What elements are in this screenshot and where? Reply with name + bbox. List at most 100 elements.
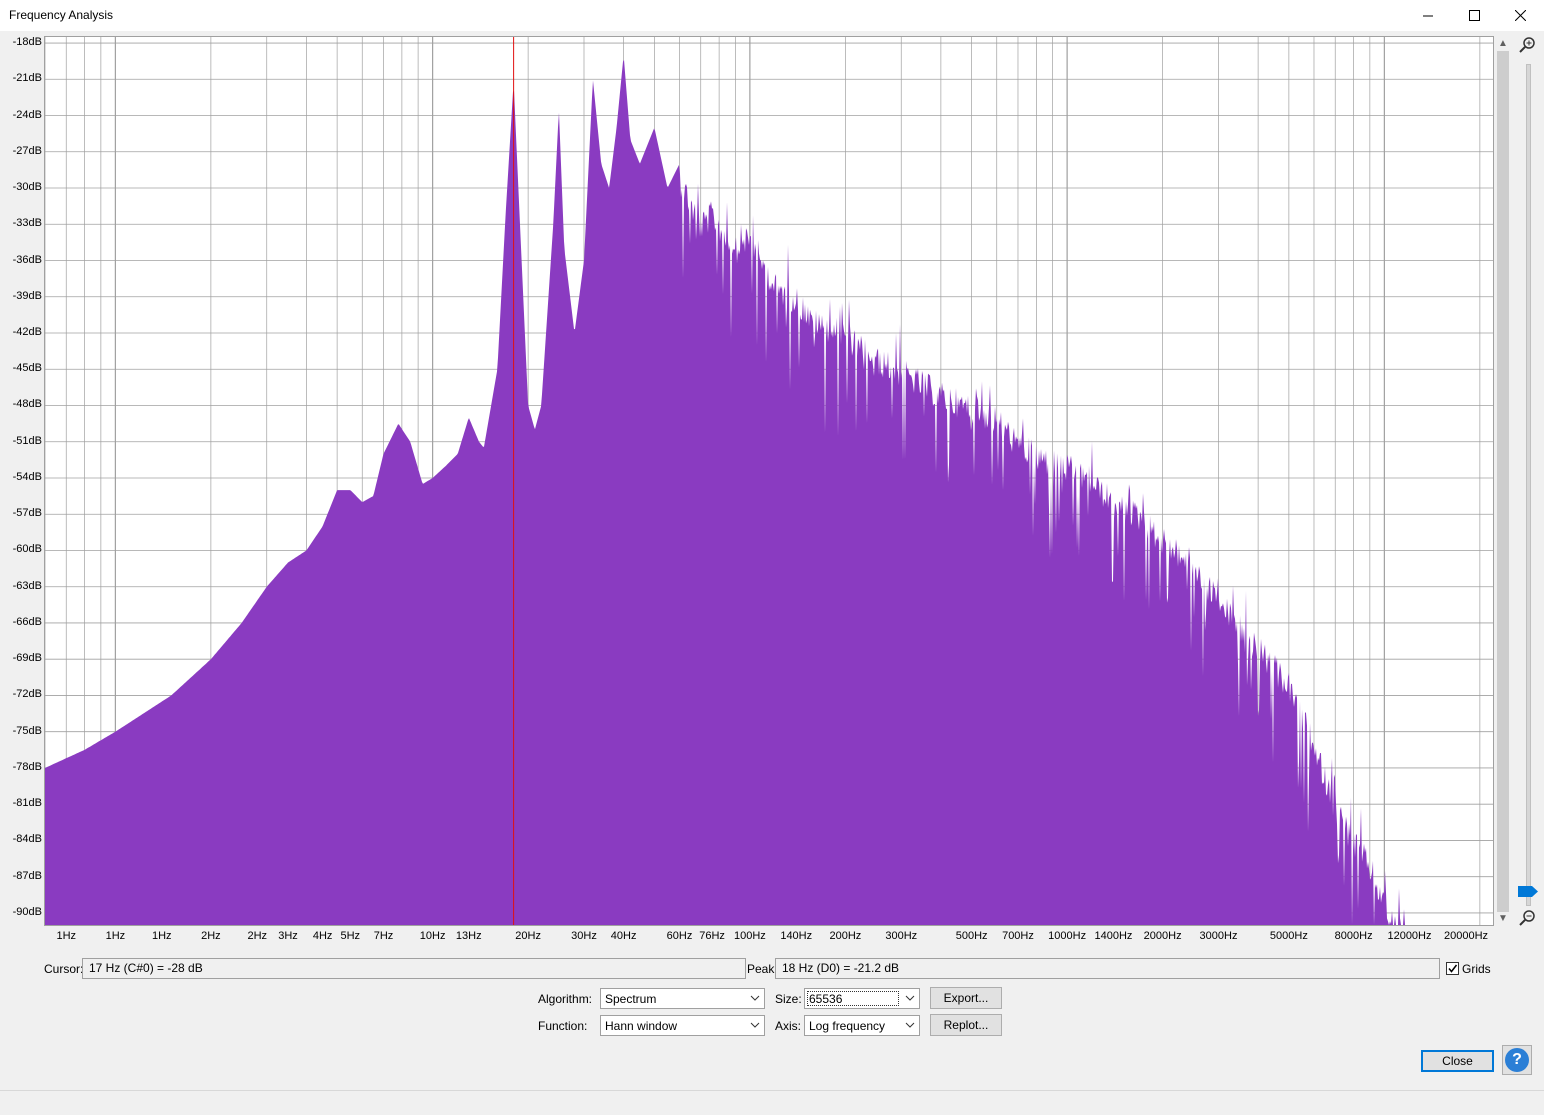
y-tick-label: -51dB — [12, 434, 42, 447]
scrollbar-thumb[interactable] — [1497, 51, 1509, 912]
x-tick-label: 1Hz — [56, 930, 77, 942]
x-tick-label: 1Hz — [105, 930, 126, 942]
x-tick-label: 1400Hz — [1094, 930, 1133, 942]
help-icon[interactable]: ? — [1505, 1048, 1529, 1072]
spectrum-plot[interactable] — [45, 37, 1493, 925]
vertical-scrollbar[interactable]: ▲ ▼ — [1496, 36, 1510, 927]
checkmark-icon — [1448, 964, 1458, 973]
x-tick-label: 7Hz — [373, 930, 394, 942]
close-icon — [1514, 10, 1526, 21]
function-select[interactable]: Hann window — [600, 1015, 765, 1036]
axis-label: Axis: — [775, 1019, 802, 1033]
axis-value: Log frequency — [809, 1019, 886, 1033]
zoom-slider[interactable] — [1526, 64, 1531, 906]
y-tick-label: -81dB — [12, 797, 42, 810]
chevron-down-icon — [905, 995, 915, 1001]
x-tick-label: 30Hz — [571, 930, 597, 942]
x-tick-label: 40Hz — [610, 930, 637, 942]
spectrum-area — [45, 59, 1408, 925]
grids-checkbox[interactable] — [1446, 962, 1459, 975]
grids-label: Grids — [1462, 962, 1491, 976]
x-tick-label: 700Hz — [1002, 930, 1034, 942]
x-tick-label: 12000Hz — [1387, 930, 1432, 942]
close-button[interactable]: Close — [1421, 1050, 1494, 1072]
y-axis-labels: -18dB -21dB -24dB -27dB -30dB -33dB -36dB -39dB… — [0, 0, 42, 940]
maximize-icon — [1468, 10, 1480, 21]
cursor-label: Cursor: — [44, 962, 84, 976]
y-tick-label: -75dB — [12, 724, 42, 737]
minimize-button[interactable] — [1405, 0, 1451, 31]
y-tick-label: -42dB — [12, 326, 42, 338]
size-select[interactable]: 65536 — [804, 988, 920, 1009]
cursor-readout: 17 Hz (C#0) = -28 dB — [82, 958, 746, 979]
x-tick-label: 500Hz — [955, 930, 988, 942]
x-tick-label: 1000Hz — [1048, 930, 1087, 942]
y-tick-label: -48dB — [12, 398, 42, 411]
y-tick-label: -24dB — [12, 108, 42, 121]
x-tick-label: 76Hz — [699, 930, 725, 942]
x-tick-label: 2Hz — [247, 930, 268, 942]
x-tick-label: 2000Hz — [1143, 930, 1182, 942]
export-button[interactable]: Export... — [930, 987, 1002, 1009]
x-tick-label: 1Hz — [151, 930, 172, 942]
title-bar: Frequency Analysis — [0, 0, 1544, 31]
y-tick-label: -27dB — [12, 144, 42, 157]
zoom-out-icon[interactable] — [1519, 909, 1537, 927]
x-tick-label: 2Hz — [201, 930, 221, 942]
y-tick-label: -39dB — [12, 289, 42, 302]
size-value: 65536 — [809, 992, 843, 1006]
x-tick-label: 3000Hz — [1199, 930, 1238, 942]
x-tick-label: 20000Hz — [1443, 930, 1489, 942]
y-tick-label: -33dB — [12, 217, 42, 230]
function-label: Function: — [538, 1019, 588, 1033]
y-tick-label: -72dB — [12, 688, 42, 701]
x-tick-label: 200Hz — [829, 930, 862, 942]
scroll-down-icon[interactable]: ▼ — [1498, 913, 1508, 925]
chevron-down-icon — [905, 1022, 915, 1028]
zoom-slider-thumb[interactable] — [1518, 886, 1538, 897]
y-tick-label: -18dB — [12, 36, 42, 49]
x-tick-label: 5Hz — [340, 930, 361, 942]
maximize-button[interactable] — [1451, 0, 1497, 31]
axis-select[interactable]: Log frequency — [804, 1015, 920, 1036]
chevron-down-icon — [750, 1022, 760, 1028]
minimize-icon — [1423, 15, 1433, 16]
y-tick-label: -45dB — [12, 362, 42, 375]
y-tick-label: -78dB — [12, 760, 42, 773]
x-tick-label: 4Hz — [312, 930, 333, 942]
y-tick-label: -84dB — [12, 833, 42, 846]
x-tick-label: 60Hz — [666, 930, 693, 942]
y-tick-label: -60dB — [12, 543, 42, 556]
scroll-up-icon[interactable]: ▲ — [1498, 38, 1508, 50]
y-tick-label: -90dB — [12, 905, 42, 918]
y-tick-label: -63dB — [12, 579, 42, 592]
size-label: Size: — [775, 992, 802, 1006]
y-tick-label: -30dB — [12, 181, 42, 194]
x-tick-label: 13Hz — [455, 930, 482, 942]
y-tick-label: -36dB — [12, 253, 42, 266]
peak-readout: 18 Hz (D0) = -21.2 dB — [775, 958, 1440, 979]
x-tick-label: 300Hz — [885, 930, 918, 942]
x-tick-label: 3Hz — [278, 930, 298, 942]
y-tick-label: -57dB — [12, 507, 42, 520]
y-tick-label: -66dB — [12, 615, 42, 628]
zoom-in-icon[interactable] — [1519, 36, 1537, 54]
x-tick-label: 5000Hz — [1269, 930, 1308, 942]
chevron-down-icon — [750, 995, 760, 1001]
x-tick-label: 140Hz — [780, 930, 813, 942]
close-window-button[interactable] — [1497, 0, 1543, 31]
x-axis-labels: 1Hz 1Hz 1Hz 2Hz 2Hz 3Hz 4Hz 5Hz 7Hz 10Hz 13Hz 20Hz 3… — [0, 930, 1500, 946]
x-tick-label: 8000Hz — [1334, 930, 1373, 942]
peak-label: Peak: — [747, 962, 778, 976]
y-tick-label: -54dB — [12, 470, 42, 483]
zoom-controls — [1516, 36, 1538, 927]
y-tick-label: -21dB — [12, 72, 42, 85]
x-tick-label: 100Hz — [733, 930, 766, 942]
x-tick-label: 20Hz — [515, 930, 541, 942]
algorithm-select[interactable]: Spectrum — [600, 988, 765, 1009]
function-value: Hann window — [605, 1019, 678, 1033]
algorithm-label: Algorithm: — [538, 992, 593, 1006]
y-tick-label: -69dB — [12, 652, 42, 665]
replot-button[interactable]: Replot... — [930, 1014, 1002, 1036]
y-tick-label: -87dB — [12, 869, 42, 882]
